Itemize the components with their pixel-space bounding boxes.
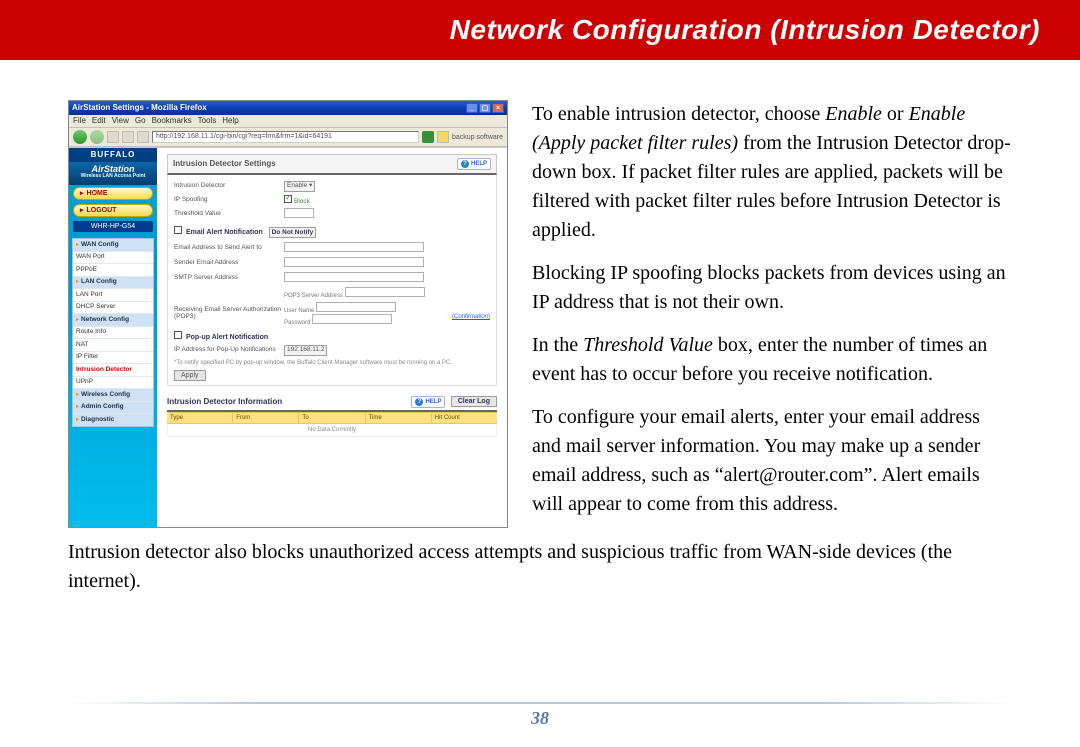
sidebar-item-wan-port[interactable]: WAN Port: [73, 252, 153, 265]
sidebar-item-ipfilter[interactable]: IP Filter: [73, 352, 153, 365]
sidebar-item-lan-config[interactable]: ▸LAN Config: [73, 277, 153, 290]
label-ip-spoofing: IP Spoofing: [174, 197, 284, 204]
sidebar-item-wan-config[interactable]: ▸WAN Config: [73, 239, 153, 252]
email-section-header: Email Alert Notification Do Not Notify: [174, 222, 490, 241]
label-popup-ip: IP Address for Pop-Up Notifications: [174, 347, 284, 354]
menu-go[interactable]: Go: [135, 117, 146, 125]
browser-toolbar: http://192.168.11.1/cgi-bin/cgi?req=frm&…: [69, 128, 507, 147]
chapter-banner: Network Configuration (Intrusion Detecto…: [0, 0, 1080, 60]
page-footer: 38: [68, 702, 1012, 729]
brand-logo: BUFFALO: [69, 148, 157, 162]
log-table-empty: No Data Currently: [167, 424, 497, 437]
input-popup-ip[interactable]: 192.168.11.2: [284, 345, 327, 356]
back-icon[interactable]: [73, 130, 87, 144]
menu-view[interactable]: View: [112, 117, 129, 125]
nav-tree: ▸WAN Config WAN Port PPPoE ▸LAN Config L…: [72, 238, 154, 427]
info-header: Intrusion Detector Information ?HELP Cle…: [167, 394, 497, 412]
forward-icon[interactable]: [90, 130, 104, 144]
help-icon: ?: [461, 160, 469, 168]
stop-icon[interactable]: [122, 131, 134, 143]
confirmation-link[interactable]: (Confirmation): [452, 314, 490, 320]
clear-log-button[interactable]: Clear Log: [451, 396, 497, 407]
window-titlebar: AirStation Settings - Mozilla Firefox _ …: [69, 101, 507, 115]
sidebar-item-nat[interactable]: NAT: [73, 339, 153, 352]
embedded-screenshot: AirStation Settings - Mozilla Firefox _ …: [68, 100, 508, 528]
input-username[interactable]: [316, 302, 396, 312]
label-email-to: Email Address to Send Alert to: [174, 245, 284, 252]
reload-icon[interactable]: [107, 131, 119, 143]
label-pop3: POP3 Server Address: [284, 293, 343, 299]
help-button-2[interactable]: ?HELP: [411, 396, 445, 408]
address-bar[interactable]: http://192.168.11.1/cgi-bin/cgi?req=frm&…: [152, 131, 419, 143]
sidebar-item-admin-config[interactable]: ▸Admin Config: [73, 402, 153, 415]
settings-panel: Intrusion Detector Settings ?HELP Intrus…: [157, 148, 507, 527]
sidebar-item-lan-port[interactable]: LAN Port: [73, 289, 153, 302]
banner-title: Network Configuration (Intrusion Detecto…: [450, 14, 1040, 45]
sidebar-item-dhcp[interactable]: DHCP Server: [73, 302, 153, 315]
sidebar-item-diagnostic[interactable]: ▸Diagnostic: [73, 414, 153, 426]
popup-section-header: Pop-up Alert Notification: [174, 327, 490, 343]
col-type: Type: [167, 413, 233, 423]
footer-divider: [68, 702, 1012, 704]
sidebar-item-network-config[interactable]: ▸Network Config: [73, 314, 153, 327]
popup-note: *To notify specified PC by pop-up window…: [174, 357, 490, 370]
bookmark-icon[interactable]: [437, 131, 449, 143]
label-threshold: Threshold Value: [174, 211, 284, 218]
logout-button[interactable]: ▸LOGOUT: [73, 204, 153, 217]
input-email-to[interactable]: [284, 242, 424, 252]
label-password: Password: [284, 320, 310, 326]
input-email-from[interactable]: [284, 257, 424, 267]
bookmark-label[interactable]: backup software: [452, 134, 503, 141]
home-button[interactable]: ▸HOME: [73, 187, 153, 200]
router-sidebar: BUFFALO AirStation Wireless LAN Access P…: [69, 148, 157, 527]
model-label: WHR-HP-G54: [73, 221, 153, 232]
sidebar-item-intrusion-detector[interactable]: Intrusion Detector: [73, 364, 153, 377]
label-email-from: Sender Email Address: [174, 260, 284, 267]
col-time: Time: [366, 413, 432, 423]
info-title: Intrusion Detector Information: [167, 398, 282, 406]
paragraph-5: Intrusion detector also blocks unauthori…: [68, 538, 1012, 596]
sidebar-item-upnp[interactable]: UPnP: [73, 377, 153, 390]
home-icon[interactable]: [137, 131, 149, 143]
menu-tools[interactable]: Tools: [198, 117, 217, 125]
log-table-header: Type From To Time Hit Count: [167, 412, 497, 424]
panel-header: Intrusion Detector Settings ?HELP: [167, 154, 497, 175]
close-icon[interactable]: ×: [492, 103, 504, 113]
checkbox-email-notify[interactable]: [174, 226, 182, 234]
apply-button[interactable]: Apply: [174, 370, 206, 381]
label-smtp: SMTP Server Address: [174, 275, 284, 282]
col-hitcount: Hit Count: [432, 413, 497, 423]
label-auth: Receiving Email Server Authorization (PO…: [174, 307, 284, 320]
page-number: 38: [68, 708, 1012, 729]
input-pop3[interactable]: [345, 287, 425, 297]
product-name: AirStation Wireless LAN Access Point: [69, 162, 157, 185]
input-password[interactable]: [312, 314, 392, 324]
menu-help[interactable]: Help: [222, 117, 238, 125]
checkbox-ip-spoofing[interactable]: [284, 195, 292, 203]
menu-edit[interactable]: Edit: [92, 117, 106, 125]
panel-title: Intrusion Detector Settings: [173, 160, 276, 168]
help-icon: ?: [415, 398, 423, 406]
browser-menubar: File Edit View Go Bookmarks Tools Help: [69, 115, 507, 128]
maximize-icon[interactable]: ▢: [479, 103, 491, 113]
select-intrusion-detector[interactable]: Enable ▾: [284, 181, 315, 192]
input-smtp[interactable]: [284, 272, 424, 282]
col-to: To: [299, 413, 365, 423]
sidebar-item-pppoe[interactable]: PPPoE: [73, 264, 153, 277]
col-from: From: [233, 413, 299, 423]
select-email-notify[interactable]: Do Not Notify: [269, 227, 317, 238]
label-intrusion-detector: Intrusion Detector: [174, 183, 284, 190]
help-button[interactable]: ?HELP: [457, 158, 491, 170]
menu-bookmarks[interactable]: Bookmarks: [152, 117, 192, 125]
input-threshold[interactable]: [284, 208, 314, 218]
minimize-icon[interactable]: _: [466, 103, 478, 113]
sidebar-item-route[interactable]: Route Info: [73, 327, 153, 340]
menu-file[interactable]: File: [73, 117, 86, 125]
window-title: AirStation Settings - Mozilla Firefox: [72, 104, 207, 112]
label-username: User Name: [284, 308, 314, 314]
sidebar-item-wireless-config[interactable]: ▸Wireless Config: [73, 389, 153, 402]
checkbox-popup-notify[interactable]: [174, 331, 182, 339]
go-icon[interactable]: [422, 131, 434, 143]
